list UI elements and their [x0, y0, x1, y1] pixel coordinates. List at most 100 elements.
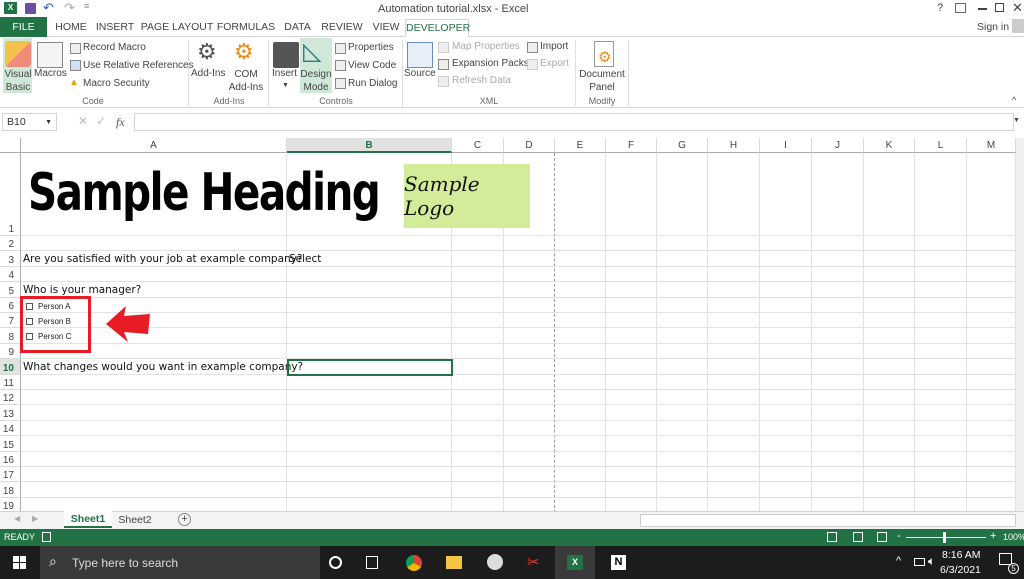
row-header-15[interactable]: 15: [0, 436, 21, 452]
row-header-19[interactable]: 19: [0, 497, 21, 511]
sheet-tab-sheet1[interactable]: Sheet1: [64, 511, 112, 528]
selected-cell-b10[interactable]: [287, 359, 453, 376]
column-header-b[interactable]: B: [287, 138, 452, 153]
cell-b3-dropdown[interactable]: Select: [289, 252, 321, 267]
column-header-i[interactable]: I: [760, 138, 812, 153]
tab-file[interactable]: FILE: [0, 17, 47, 37]
page-break-view-icon[interactable]: [877, 532, 887, 542]
row-header-6[interactable]: 6: [0, 297, 21, 313]
sign-in-link[interactable]: Sign in: [977, 21, 1009, 33]
insert-controls-button[interactable]: Insert: [272, 68, 297, 79]
macros-button[interactable]: Macros: [34, 68, 67, 79]
minimize-icon[interactable]: [978, 8, 987, 10]
row-header-14[interactable]: 14: [0, 420, 21, 437]
view-code-button[interactable]: View Code: [348, 60, 396, 71]
add-sheet-icon[interactable]: +: [178, 513, 191, 526]
name-box[interactable]: B10 ▼: [2, 113, 57, 131]
column-header-d[interactable]: D: [504, 138, 555, 153]
taskbar-search[interactable]: ⌕ Type here to search: [40, 546, 320, 579]
tab-developer[interactable]: DEVELOPER: [405, 19, 470, 37]
volume-icon[interactable]: 🔈︎: [928, 554, 935, 569]
refresh-data-button[interactable]: Refresh Data: [452, 75, 511, 86]
customize-toolbar-icon[interactable]: ≡: [84, 1, 89, 11]
restore-icon[interactable]: [995, 3, 1004, 12]
macro-security-button[interactable]: Macro Security: [83, 78, 150, 89]
tab-insert[interactable]: INSERT: [93, 19, 137, 37]
tab-formulas[interactable]: FORMULAS: [215, 19, 277, 37]
row-header-17[interactable]: 17: [0, 467, 21, 483]
show-hidden-icons[interactable]: ^: [896, 555, 901, 567]
page-layout-view-icon[interactable]: [853, 532, 863, 542]
cell-a10[interactable]: What changes would you want in example c…: [23, 360, 303, 375]
formula-input[interactable]: [134, 113, 1014, 131]
cortana-icon[interactable]: [329, 556, 342, 569]
task-view-icon[interactable]: [366, 556, 378, 569]
expansion-packs-button[interactable]: Expansion Packs: [452, 58, 529, 69]
notion-icon[interactable]: N: [611, 555, 626, 570]
cell-a3[interactable]: Are you satisfied with your job at examp…: [23, 252, 302, 267]
clock-time[interactable]: 8:16 AM: [942, 549, 981, 561]
addins-button[interactable]: Add-Ins: [191, 68, 225, 79]
tab-home[interactable]: HOME: [50, 19, 92, 37]
row-header-5[interactable]: 5: [0, 282, 21, 298]
com-addins-button[interactable]: COM Add-Ins: [228, 68, 264, 94]
ribbon-display-icon[interactable]: [955, 3, 966, 13]
column-header-k[interactable]: K: [864, 138, 915, 153]
tab-view[interactable]: VIEW: [368, 19, 404, 37]
expand-formula-icon[interactable]: ▼: [1013, 117, 1020, 124]
record-macro-button[interactable]: Record Macro: [83, 42, 146, 53]
row-header-1[interactable]: 1: [0, 153, 21, 236]
column-header-f[interactable]: F: [606, 138, 657, 153]
horizontal-scrollbar[interactable]: [640, 514, 1016, 527]
row-header-13[interactable]: 13: [0, 405, 21, 421]
row-header-7[interactable]: 7: [0, 313, 21, 329]
row-header-12[interactable]: 12: [0, 390, 21, 406]
scissors-app-icon[interactable]: ✂: [527, 553, 540, 571]
column-header-m[interactable]: M: [967, 138, 1016, 153]
row-header-16[interactable]: 16: [0, 451, 21, 467]
chrome-icon[interactable]: [406, 555, 422, 571]
excel-taskbar-button[interactable]: X: [555, 546, 595, 579]
zoom-in-icon[interactable]: +: [990, 530, 996, 542]
save-icon[interactable]: [25, 3, 36, 14]
row-header-8[interactable]: 8: [0, 328, 21, 344]
column-header-j[interactable]: J: [812, 138, 864, 153]
row-header-11[interactable]: 11: [0, 374, 21, 390]
design-mode-button[interactable]: Design Mode: [300, 68, 332, 94]
select-all-button[interactable]: [0, 138, 21, 153]
battery-icon[interactable]: [914, 558, 925, 566]
undo-icon[interactable]: ↶: [43, 0, 54, 16]
column-header-l[interactable]: L: [915, 138, 967, 153]
cancel-icon[interactable]: ✕: [78, 114, 88, 128]
sample-logo-image[interactable]: Sample Logo: [404, 164, 530, 228]
row-header-10[interactable]: 10: [0, 359, 21, 375]
close-icon[interactable]: ✕: [1012, 0, 1023, 16]
redo-icon[interactable]: ↷: [64, 0, 75, 16]
zoom-slider[interactable]: [906, 532, 986, 543]
document-panel-button[interactable]: Document Panel: [578, 68, 626, 94]
source-button[interactable]: Source: [404, 68, 436, 79]
tab-page-layout[interactable]: PAGE LAYOUT: [140, 19, 214, 37]
prev-sheet-icon[interactable]: ◀: [14, 514, 20, 523]
tab-data[interactable]: DATA: [280, 19, 315, 37]
column-header-a[interactable]: A: [21, 138, 287, 153]
column-header-h[interactable]: H: [708, 138, 760, 153]
file-explorer-icon[interactable]: [446, 556, 462, 569]
import-button[interactable]: Import: [540, 41, 568, 52]
vertical-scrollbar[interactable]: [1016, 138, 1024, 511]
next-sheet-icon[interactable]: ▶: [32, 514, 38, 523]
macro-recording-icon[interactable]: [42, 532, 51, 542]
enter-icon[interactable]: ✓: [96, 114, 106, 128]
windows-start-icon[interactable]: [13, 556, 26, 569]
visual-basic-button[interactable]: Visual Basic: [4, 68, 32, 94]
row-header-9[interactable]: 9: [0, 343, 21, 360]
row-header-18[interactable]: 18: [0, 482, 21, 498]
row-header-4[interactable]: 4: [0, 266, 21, 283]
column-header-c[interactable]: C: [452, 138, 504, 153]
worksheet-grid[interactable]: A B C D E F G H I J K L M 1 2 3 4 5 6 7 8 9 10 11 12 13 14 15 16 17 18…: [0, 138, 1016, 511]
collapse-ribbon-icon[interactable]: ^: [1012, 95, 1016, 105]
insert-function-icon[interactable]: fx: [116, 115, 125, 130]
user-icon[interactable]: [1012, 19, 1024, 33]
export-button[interactable]: Export: [540, 58, 569, 69]
tab-review[interactable]: REVIEW: [318, 19, 366, 37]
